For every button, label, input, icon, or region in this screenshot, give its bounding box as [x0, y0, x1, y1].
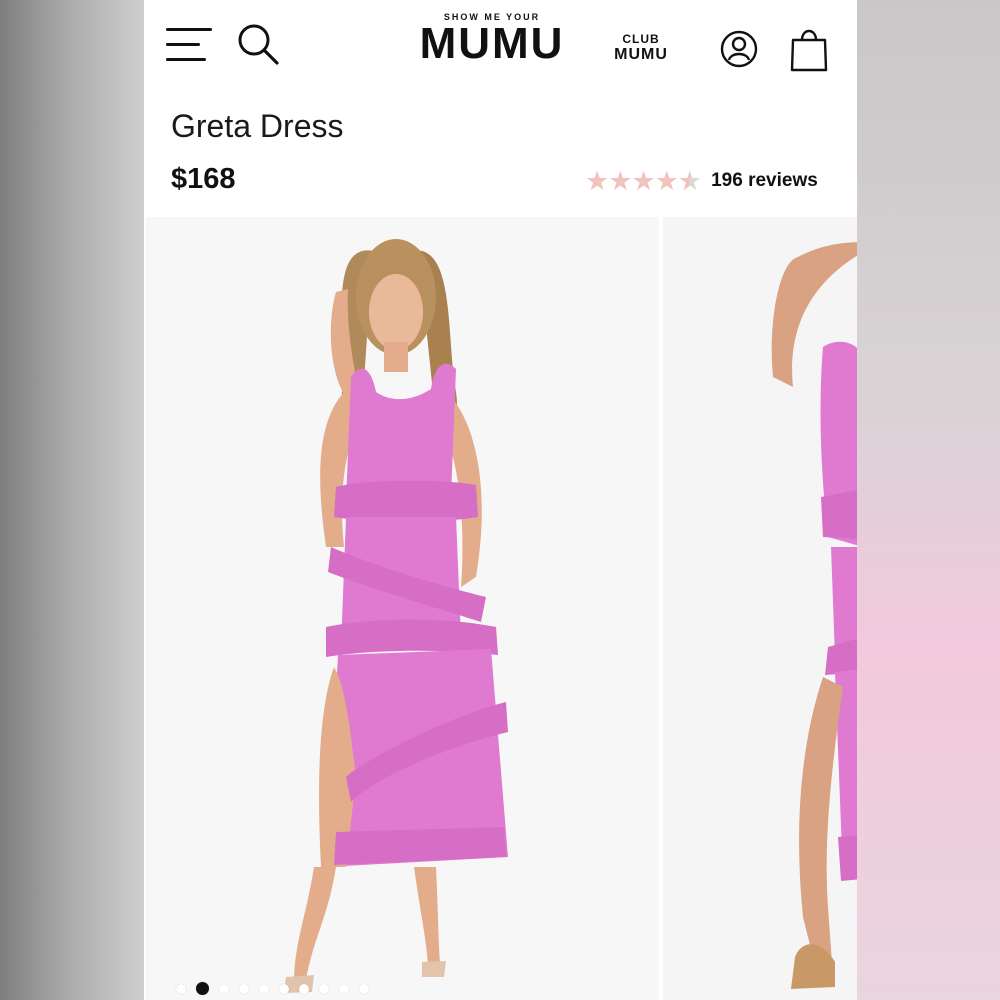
carousel-dot[interactable] — [239, 983, 249, 994]
carousel-dot[interactable] — [299, 983, 309, 994]
phone-screen: SHOW ME YOUR MUMU CLUB MUMU Greta Dress … — [144, 0, 857, 1000]
half-star-icon: ★ — [678, 167, 702, 195]
bag-icon[interactable] — [790, 26, 828, 72]
carousel-dot[interactable] — [219, 983, 229, 994]
site-header: SHOW ME YOUR MUMU CLUB MUMU — [144, 0, 857, 100]
product-image-front[interactable] — [146, 217, 659, 1000]
star-icon: ★ — [585, 165, 610, 196]
reviews-count-link[interactable]: 196 reviews — [711, 170, 818, 192]
star-icon: ★ — [631, 165, 656, 196]
product-title: Greta Dress — [171, 108, 344, 144]
brand-logo[interactable]: SHOW ME YOUR MUMU — [412, 12, 572, 66]
model-side-illustration — [771, 242, 857, 989]
search-icon[interactable] — [236, 22, 280, 66]
club-label: CLUB — [622, 32, 660, 46]
carousel-pagination — [176, 982, 379, 995]
model-front-illustration — [284, 239, 508, 993]
carousel-dot[interactable] — [319, 983, 329, 994]
product-image-side[interactable] — [663, 217, 857, 1000]
logo-wordmark: MUMU — [419, 19, 565, 68]
background-left — [0, 0, 144, 1000]
carousel-dot[interactable] — [176, 983, 186, 994]
product-image-carousel[interactable] — [144, 217, 857, 1000]
rating-stars: ★ ★ ★ ★ ★ — [585, 165, 702, 196]
background-right — [857, 0, 1000, 1000]
product-price: $168 — [171, 163, 236, 195]
club-wordmark: MUMU — [614, 46, 668, 63]
star-icon: ★ — [654, 165, 679, 196]
account-icon[interactable] — [720, 30, 758, 68]
carousel-dot[interactable] — [359, 983, 369, 994]
carousel-dot[interactable] — [279, 983, 289, 994]
product-rating[interactable]: ★ ★ ★ ★ ★ 196 reviews — [585, 166, 818, 196]
carousel-dot[interactable] — [259, 983, 269, 994]
menu-icon[interactable] — [166, 28, 214, 64]
carousel-dot[interactable] — [339, 983, 349, 994]
club-mumu-link[interactable]: CLUB MUMU — [606, 32, 676, 64]
carousel-dot-active[interactable] — [196, 982, 209, 995]
star-icon: ★ — [608, 165, 633, 196]
